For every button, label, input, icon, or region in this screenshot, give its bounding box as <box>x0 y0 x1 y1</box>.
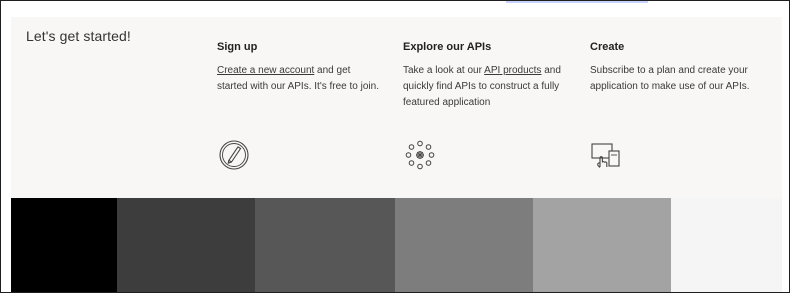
pencil-in-circle-icon <box>217 138 251 172</box>
touch-devices-icon <box>589 138 623 172</box>
sign-up-card: Sign up Create a new account and get sta… <box>217 41 382 95</box>
grayscale-band-dark <box>117 198 255 292</box>
explore-apis-description-prefix: Take a look at our <box>403 65 485 76</box>
grayscale-band-strip <box>11 198 782 292</box>
explore-apis-description: Take a look at our API products and quic… <box>403 63 575 111</box>
explore-apis-card: Explore our APIs Take a look at our API … <box>403 41 575 111</box>
grayscale-band-black <box>11 198 117 292</box>
create-description: Subscribe to a plan and create your appl… <box>590 65 750 92</box>
grayscale-band-light <box>533 198 671 292</box>
grayscale-band-medium-dark <box>255 198 395 292</box>
page-frame: Let's get started! Sign up Create a new … <box>0 0 790 293</box>
sign-up-description: Create a new account and get started wit… <box>217 63 382 95</box>
explore-apis-title: Explore our APIs <box>403 41 492 53</box>
grayscale-band-medium <box>395 198 533 292</box>
create-account-link[interactable]: Create a new account <box>217 65 314 76</box>
grayscale-band-lightest <box>671 198 782 292</box>
sign-up-title: Sign up <box>217 41 258 53</box>
create-title: Create <box>590 41 625 53</box>
api-products-link[interactable]: API products <box>484 65 541 76</box>
burst-circle-icon <box>403 138 437 172</box>
top-accent-bar <box>506 1 648 3</box>
create-card: Create Subscribe to a plan and create yo… <box>590 41 762 95</box>
lets-get-started-heading: Let's get started! <box>26 28 131 44</box>
